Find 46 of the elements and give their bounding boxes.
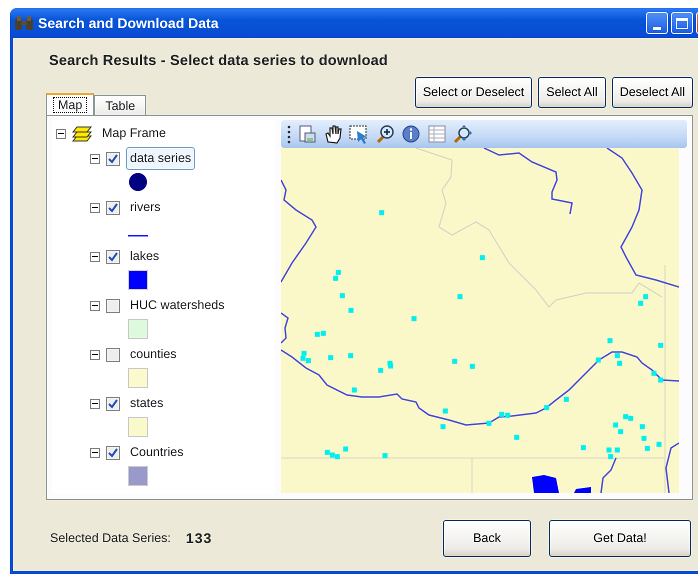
deselect-all-button[interactable]: Deselect All	[612, 76, 693, 108]
binoculars-icon	[14, 15, 34, 31]
layer-checkbox[interactable]	[106, 250, 120, 264]
select-all-button[interactable]: Select All	[538, 76, 606, 108]
maximize-button[interactable]	[671, 12, 693, 34]
magnifier-arrows-icon[interactable]	[453, 124, 473, 144]
grip-icon	[285, 124, 291, 144]
collapse-icon[interactable]	[90, 202, 100, 213]
select-arrow-icon[interactable]	[349, 124, 369, 144]
back-button[interactable]: Back	[443, 520, 531, 557]
layer-label[interactable]: Countries	[126, 441, 188, 464]
layer-checkbox[interactable]	[106, 298, 120, 313]
layer-label[interactable]: data series	[126, 147, 196, 170]
layer-label[interactable]: Map Frame	[98, 122, 170, 146]
layer-checkbox[interactable]	[106, 200, 120, 215]
magnifier-icon[interactable]	[375, 124, 395, 144]
collapse-icon[interactable]	[90, 448, 100, 458]
layer-checkbox[interactable]	[106, 396, 120, 411]
layer-label[interactable]: lakes	[126, 245, 164, 268]
selected-count-label: Selected Data Series:	[50, 530, 171, 547]
layer-checkbox[interactable]	[106, 446, 120, 460]
info-icon[interactable]	[401, 124, 421, 144]
tab[interactable]: Table	[94, 94, 146, 115]
collapse-icon[interactable]	[90, 252, 100, 262]
selected-count: 133	[186, 528, 212, 548]
layer-label[interactable]: rivers	[126, 196, 165, 220]
hand-icon[interactable]	[323, 124, 343, 144]
heading: Search Results - Select data series to download	[49, 52, 389, 71]
select-or-deselect-button[interactable]: Select or Deselect	[414, 76, 532, 108]
collapse-icon[interactable]	[90, 300, 100, 311]
layer-checkbox[interactable]	[106, 348, 120, 362]
layer-label[interactable]: counties	[126, 343, 181, 366]
tab[interactable]: Map	[46, 92, 94, 115]
minimize-button[interactable]	[646, 12, 668, 34]
collapse-icon[interactable]	[90, 154, 100, 164]
window-title: Search and Download Data	[38, 14, 220, 32]
layer-label[interactable]: states	[126, 392, 168, 416]
get-data-button[interactable]: Get Data!	[549, 520, 691, 557]
document-icon[interactable]	[297, 124, 317, 144]
collapse-icon[interactable]	[90, 398, 100, 409]
layers-icon	[72, 126, 92, 142]
layer-checkbox[interactable]	[106, 152, 120, 166]
table-icon[interactable]	[427, 124, 447, 144]
collapse-icon[interactable]	[90, 350, 100, 360]
layer-label[interactable]: HUC watersheds	[126, 294, 228, 318]
collapse-icon[interactable]	[56, 128, 66, 139]
